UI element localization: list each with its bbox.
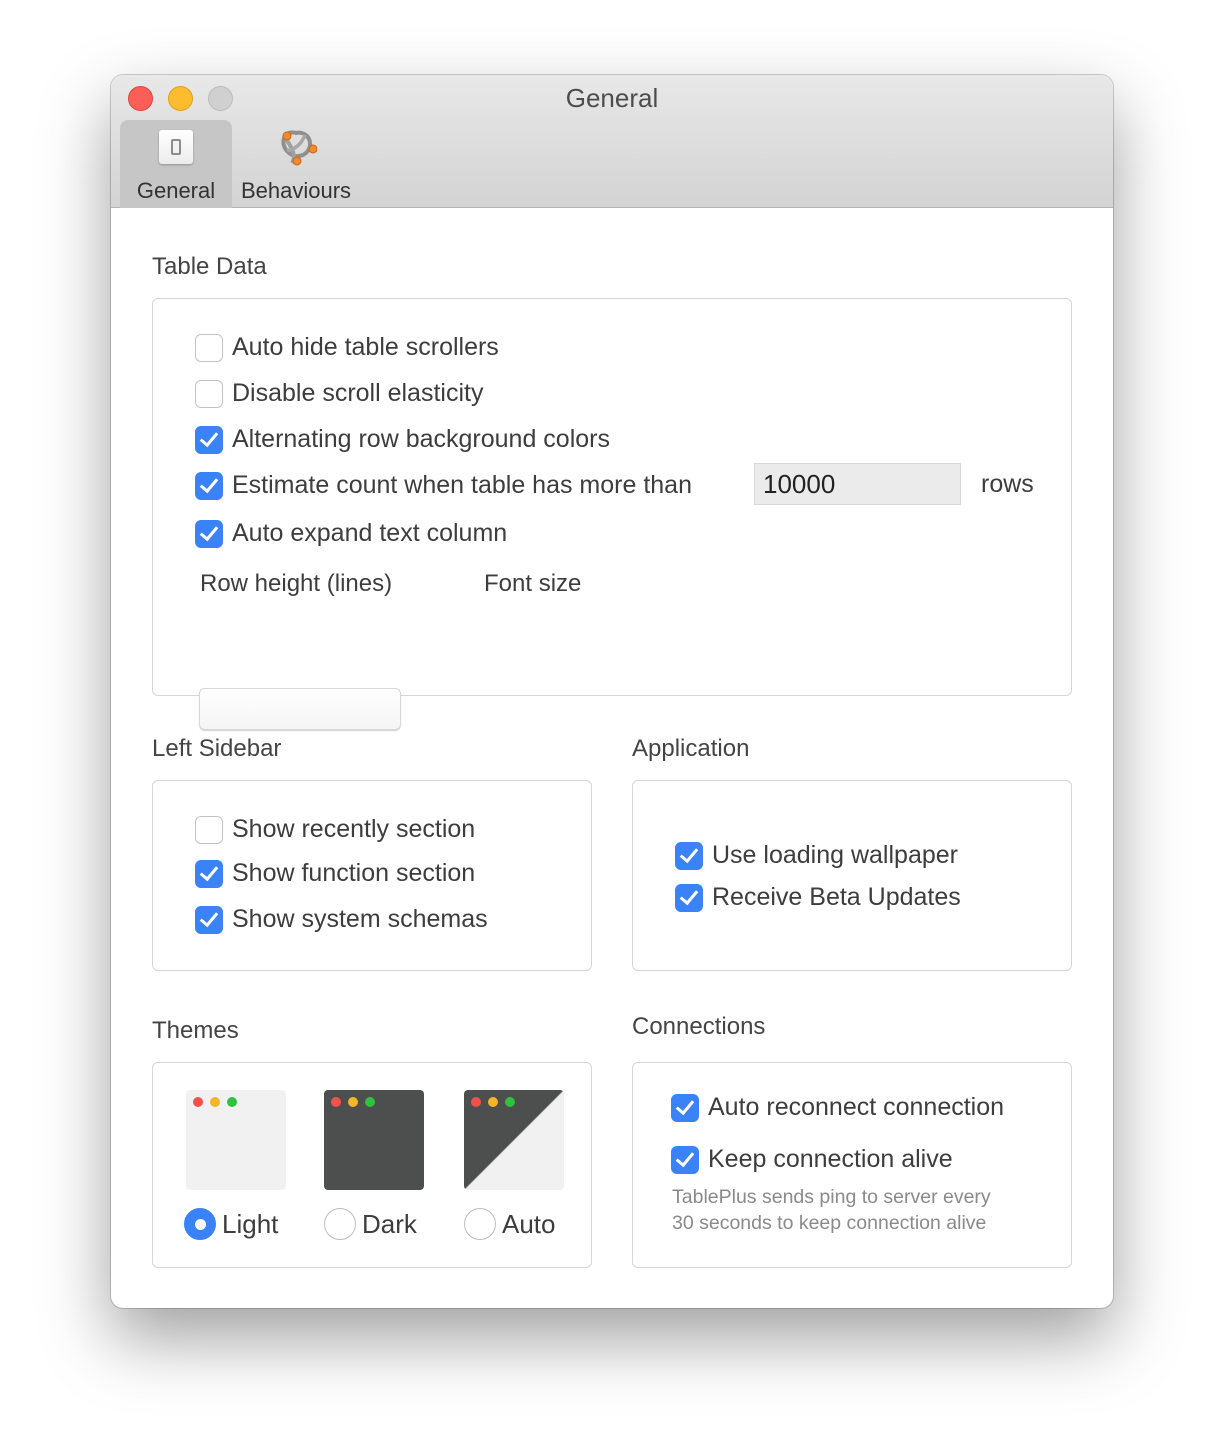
help-line-2: 30 seconds to keep connection alive xyxy=(672,1212,987,1234)
checkbox-auto-expand-text[interactable]: Auto expand text column xyxy=(195,519,507,548)
checkbox-disable-scroll-elasticity[interactable]: Disable scroll elasticity xyxy=(195,379,483,408)
checkbox-beta-updates[interactable]: Receive Beta Updates xyxy=(675,883,961,912)
radio-button[interactable] xyxy=(184,1208,216,1240)
theme-preview-auto[interactable] xyxy=(464,1090,564,1190)
checkbox-label: Use loading wallpaper xyxy=(712,841,958,869)
checkbox-auto-reconnect[interactable]: Auto reconnect connection xyxy=(671,1093,1004,1122)
checkbox-label: Estimate count when table has more than xyxy=(232,471,692,499)
checkbox-alternating-row-colors[interactable]: Alternating row background colors xyxy=(195,425,610,454)
checkbox-label: Auto expand text column xyxy=(232,519,508,547)
application-title: Application xyxy=(632,735,750,762)
tab-behaviours-label: Behaviours xyxy=(240,178,352,203)
checkbox-show-system-schemas[interactable]: Show system schemas xyxy=(195,905,488,934)
checkbox[interactable] xyxy=(195,859,223,888)
checkbox-label: Show system schemas xyxy=(232,905,488,933)
checkbox-show-recently[interactable]: Show recently section xyxy=(195,815,475,844)
theme-preview-light[interactable] xyxy=(186,1090,286,1190)
checkbox[interactable] xyxy=(195,815,223,844)
radio-theme-light[interactable]: Light xyxy=(184,1208,278,1240)
checkbox-label: Show recently section xyxy=(232,815,476,843)
checkbox-label: Auto reconnect connection xyxy=(708,1093,1005,1121)
estimate-count-input[interactable] xyxy=(754,463,961,505)
theme-preview-dark[interactable] xyxy=(324,1090,424,1190)
connections-title: Connections xyxy=(632,1013,766,1040)
checkbox-label: Alternating row background colors xyxy=(232,425,610,453)
checkbox[interactable] xyxy=(675,883,703,912)
checkbox-label: Disable scroll elasticity xyxy=(232,379,484,407)
table-data-title: Table Data xyxy=(152,253,267,280)
radio-label: Light xyxy=(222,1208,279,1239)
row-height-label: Row height (lines) xyxy=(200,570,393,597)
tab-general-label: General xyxy=(136,178,216,203)
checkbox[interactable] xyxy=(671,1145,699,1174)
checkbox[interactable] xyxy=(195,905,223,934)
checkbox[interactable] xyxy=(195,471,223,500)
help-line-1: TablePlus sends ping to server every xyxy=(672,1186,991,1208)
title-bar: General General Behaviours xyxy=(111,75,1113,208)
checkbox-keep-alive[interactable]: Keep connection alive xyxy=(671,1145,953,1174)
font-size-label: Font size xyxy=(484,570,582,597)
radio-label: Auto xyxy=(502,1208,556,1239)
checkbox[interactable] xyxy=(195,333,223,362)
checkbox[interactable] xyxy=(675,841,703,870)
checkbox[interactable] xyxy=(671,1093,699,1122)
tab-behaviours[interactable]: Behaviours xyxy=(236,120,356,208)
checkbox-show-function[interactable]: Show function section xyxy=(195,859,475,888)
tab-general[interactable]: General xyxy=(120,120,232,208)
switch-icon xyxy=(159,130,193,164)
radio-label: Dark xyxy=(362,1208,417,1239)
checkbox[interactable] xyxy=(195,519,223,548)
checkbox-auto-hide-scrollers[interactable]: Auto hide table scrollers xyxy=(195,333,499,362)
checkbox[interactable] xyxy=(195,379,223,408)
checkbox-loading-wallpaper[interactable]: Use loading wallpaper xyxy=(675,841,958,870)
checkbox[interactable] xyxy=(195,425,223,454)
checkbox-label: Show function section xyxy=(232,859,476,887)
behaviours-icon xyxy=(281,130,317,166)
row-height-stepper-bg xyxy=(199,688,401,730)
checkbox-label: Keep connection alive xyxy=(708,1145,953,1173)
keep-alive-help-text: TablePlus sends ping to server every 30 … xyxy=(672,1184,991,1236)
left-sidebar-title: Left Sidebar xyxy=(152,735,282,762)
themes-title: Themes xyxy=(152,1017,239,1044)
radio-button[interactable] xyxy=(324,1208,356,1240)
checkbox-label: Auto hide table scrollers xyxy=(232,333,499,361)
checkbox-label: Receive Beta Updates xyxy=(712,883,961,911)
preferences-window: General General Behaviours Table Data Au… xyxy=(111,75,1113,1308)
checkbox-estimate-count[interactable]: Estimate count when table has more than xyxy=(195,471,692,500)
application-group xyxy=(632,780,1072,971)
radio-theme-dark[interactable]: Dark xyxy=(324,1208,417,1240)
radio-theme-auto[interactable]: Auto xyxy=(464,1208,556,1240)
radio-button[interactable] xyxy=(464,1208,496,1240)
window-title: General xyxy=(565,83,659,113)
rows-suffix-label: rows xyxy=(981,470,1034,498)
